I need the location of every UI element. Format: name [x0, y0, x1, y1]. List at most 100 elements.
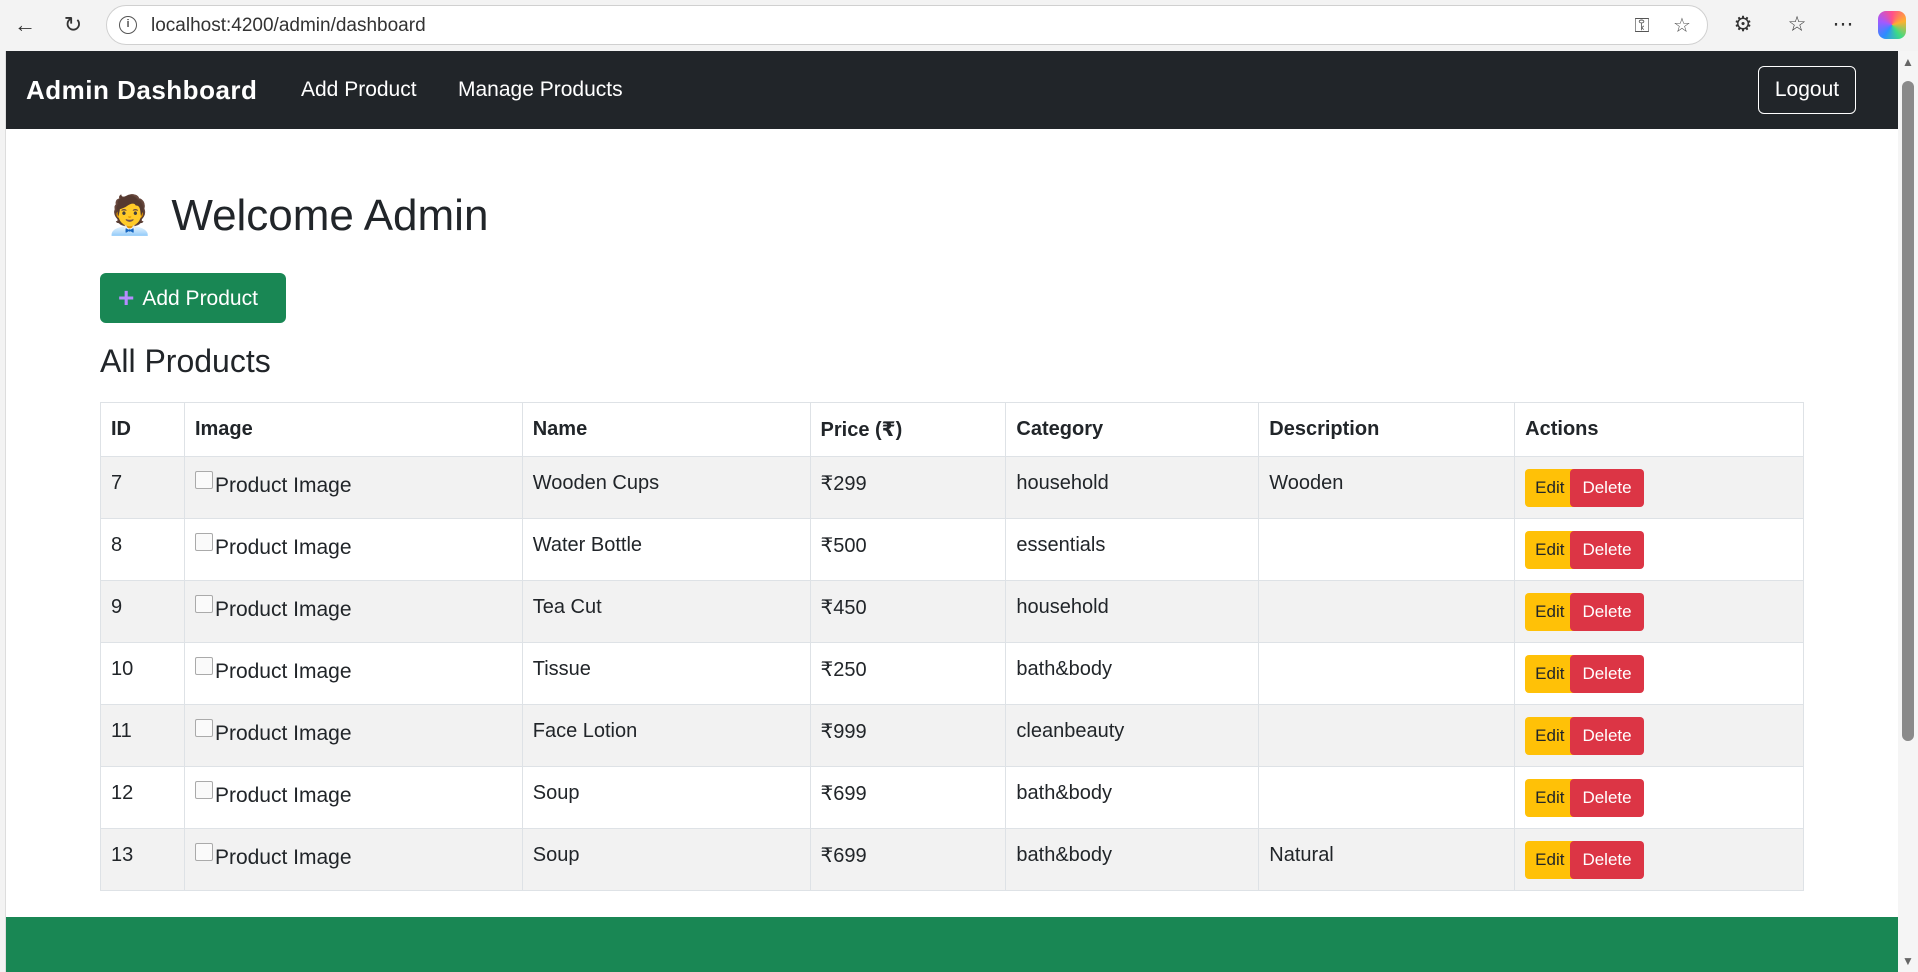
broken-image-icon: [194, 719, 213, 737]
edit-button[interactable]: Edit: [1525, 592, 1575, 631]
column-header: Image: [183, 402, 523, 457]
delete-button[interactable]: Delete: [1570, 778, 1644, 817]
cell-price: ₹500: [809, 518, 1007, 581]
cell-actions: Edit Delete: [1514, 642, 1804, 705]
cell-description: [1258, 766, 1516, 829]
logout-button[interactable]: Logout: [1758, 66, 1856, 114]
cell-id: 8: [100, 518, 185, 581]
cell-category: household: [1005, 580, 1260, 643]
product-image: Product Image: [194, 719, 352, 746]
broken-image-icon: [194, 657, 213, 675]
delete-button[interactable]: Delete: [1570, 530, 1644, 569]
table-row: 9 Product Image Tea Cut ₹450 household E…: [100, 580, 1804, 643]
page-viewport: Admin Dashboard Add Product Manage Produ…: [5, 51, 1898, 972]
cell-actions: Edit Delete: [1514, 828, 1804, 891]
column-header: Category: [1005, 402, 1260, 457]
edit-button[interactable]: Edit: [1525, 654, 1575, 693]
column-header: Price (₹): [809, 402, 1007, 457]
column-header: Name: [521, 402, 811, 457]
cell-description: [1258, 642, 1516, 705]
table-row: 7 Product Image Wooden Cups ₹299 househo…: [100, 456, 1804, 519]
cell-category: essentials: [1005, 518, 1260, 581]
table-row: 10 Product Image Tissue ₹250 bath&body E…: [100, 642, 1804, 705]
browser-toolbar: ← ↻ i localhost:4200/admin/dashboard ⚿ ☆…: [0, 0, 1918, 50]
column-header: Description: [1258, 402, 1516, 457]
site-info-icon[interactable]: i: [119, 16, 137, 34]
product-image: Product Image: [194, 781, 352, 808]
table-row: 12 Product Image Soup ₹699 bath&body Edi…: [100, 766, 1804, 829]
url-text[interactable]: localhost:4200/admin/dashboard: [151, 15, 426, 37]
cell-id: 11: [100, 704, 185, 767]
cell-id: 10: [100, 642, 185, 705]
delete-button[interactable]: Delete: [1570, 840, 1644, 879]
cell-category: cleanbeauty: [1005, 704, 1260, 767]
cell-description: Natural: [1258, 828, 1516, 891]
edit-button[interactable]: Edit: [1525, 716, 1575, 755]
scroll-down-arrow-icon[interactable]: ▼: [1902, 954, 1914, 968]
table-row: 11 Product Image Face Lotion ₹999 cleanb…: [100, 704, 1804, 767]
delete-button[interactable]: Delete: [1570, 592, 1644, 631]
nav-link-manage-products[interactable]: Manage Products: [458, 78, 623, 102]
cell-id: 13: [100, 828, 185, 891]
favorite-star-icon[interactable]: ☆: [1669, 13, 1695, 39]
cell-price: ₹999: [809, 704, 1007, 767]
more-menu-icon[interactable]: ⋯: [1828, 10, 1858, 40]
cell-image: Product Image: [183, 518, 523, 581]
cell-image: Product Image: [183, 766, 523, 829]
section-title: All Products: [100, 343, 271, 379]
edit-button[interactable]: Edit: [1525, 840, 1575, 879]
cell-actions: Edit Delete: [1514, 580, 1804, 643]
cell-price: ₹299: [809, 456, 1007, 519]
edit-button[interactable]: Edit: [1525, 530, 1575, 569]
delete-button[interactable]: Delete: [1570, 654, 1644, 693]
nav-link-add-product[interactable]: Add Product: [301, 78, 417, 102]
product-image: Product Image: [194, 595, 352, 622]
cell-category: bath&body: [1005, 766, 1260, 829]
scroll-up-arrow-icon[interactable]: ▲: [1902, 55, 1914, 69]
cell-price: ₹450: [809, 580, 1007, 643]
address-bar[interactable]: i localhost:4200/admin/dashboard ⚿ ☆: [106, 5, 1708, 45]
cell-name: Tissue: [521, 642, 811, 705]
back-arrow-icon[interactable]: ←: [10, 10, 40, 40]
page-footer: [6, 917, 1898, 972]
cell-id: 9: [100, 580, 185, 643]
table-row: 8 Product Image Water Bottle ₹500 essent…: [100, 518, 1804, 581]
scrollbar-thumb[interactable]: [1902, 81, 1914, 741]
reload-icon[interactable]: ↻: [58, 10, 88, 40]
copilot-icon[interactable]: [1878, 11, 1906, 39]
extensions-icon[interactable]: ⚙: [1728, 10, 1758, 40]
add-product-button[interactable]: + Add Product: [100, 273, 286, 323]
cell-image: Product Image: [183, 456, 523, 519]
cell-description: [1258, 580, 1516, 643]
delete-button[interactable]: Delete: [1570, 716, 1644, 755]
cell-image: Product Image: [183, 828, 523, 891]
welcome-text: Welcome Admin: [171, 191, 489, 240]
broken-image-icon: [194, 595, 213, 613]
cell-name: Face Lotion: [521, 704, 811, 767]
broken-image-icon: [194, 843, 213, 861]
broken-image-icon: [194, 781, 213, 799]
key-icon[interactable]: ⚿: [1629, 13, 1655, 39]
column-header: Actions: [1514, 402, 1804, 457]
edit-button[interactable]: Edit: [1525, 468, 1575, 507]
vertical-scrollbar[interactable]: ▲ ▼: [1898, 51, 1918, 972]
products-table: ID Image Name Price (₹) Category Descrip…: [100, 402, 1804, 891]
edit-button[interactable]: Edit: [1525, 778, 1575, 817]
cell-actions: Edit Delete: [1514, 766, 1804, 829]
delete-button[interactable]: Delete: [1570, 468, 1644, 507]
page-title: 🧑‍💼 Welcome Admin: [106, 191, 488, 241]
cell-actions: Edit Delete: [1514, 456, 1804, 519]
table-header-row: ID Image Name Price (₹) Category Descrip…: [100, 402, 1804, 457]
cell-category: household: [1005, 456, 1260, 519]
cell-category: bath&body: [1005, 642, 1260, 705]
cell-name: Soup: [521, 766, 811, 829]
cell-name: Wooden Cups: [521, 456, 811, 519]
favorites-icon[interactable]: ☆: [1782, 10, 1812, 40]
cell-actions: Edit Delete: [1514, 704, 1804, 767]
navbar-brand[interactable]: Admin Dashboard: [26, 75, 257, 106]
cell-actions: Edit Delete: [1514, 518, 1804, 581]
office-worker-emoji-icon: 🧑‍💼: [106, 195, 154, 237]
cell-id: 7: [100, 456, 185, 519]
product-image: Product Image: [194, 533, 352, 560]
broken-image-icon: [194, 533, 213, 551]
